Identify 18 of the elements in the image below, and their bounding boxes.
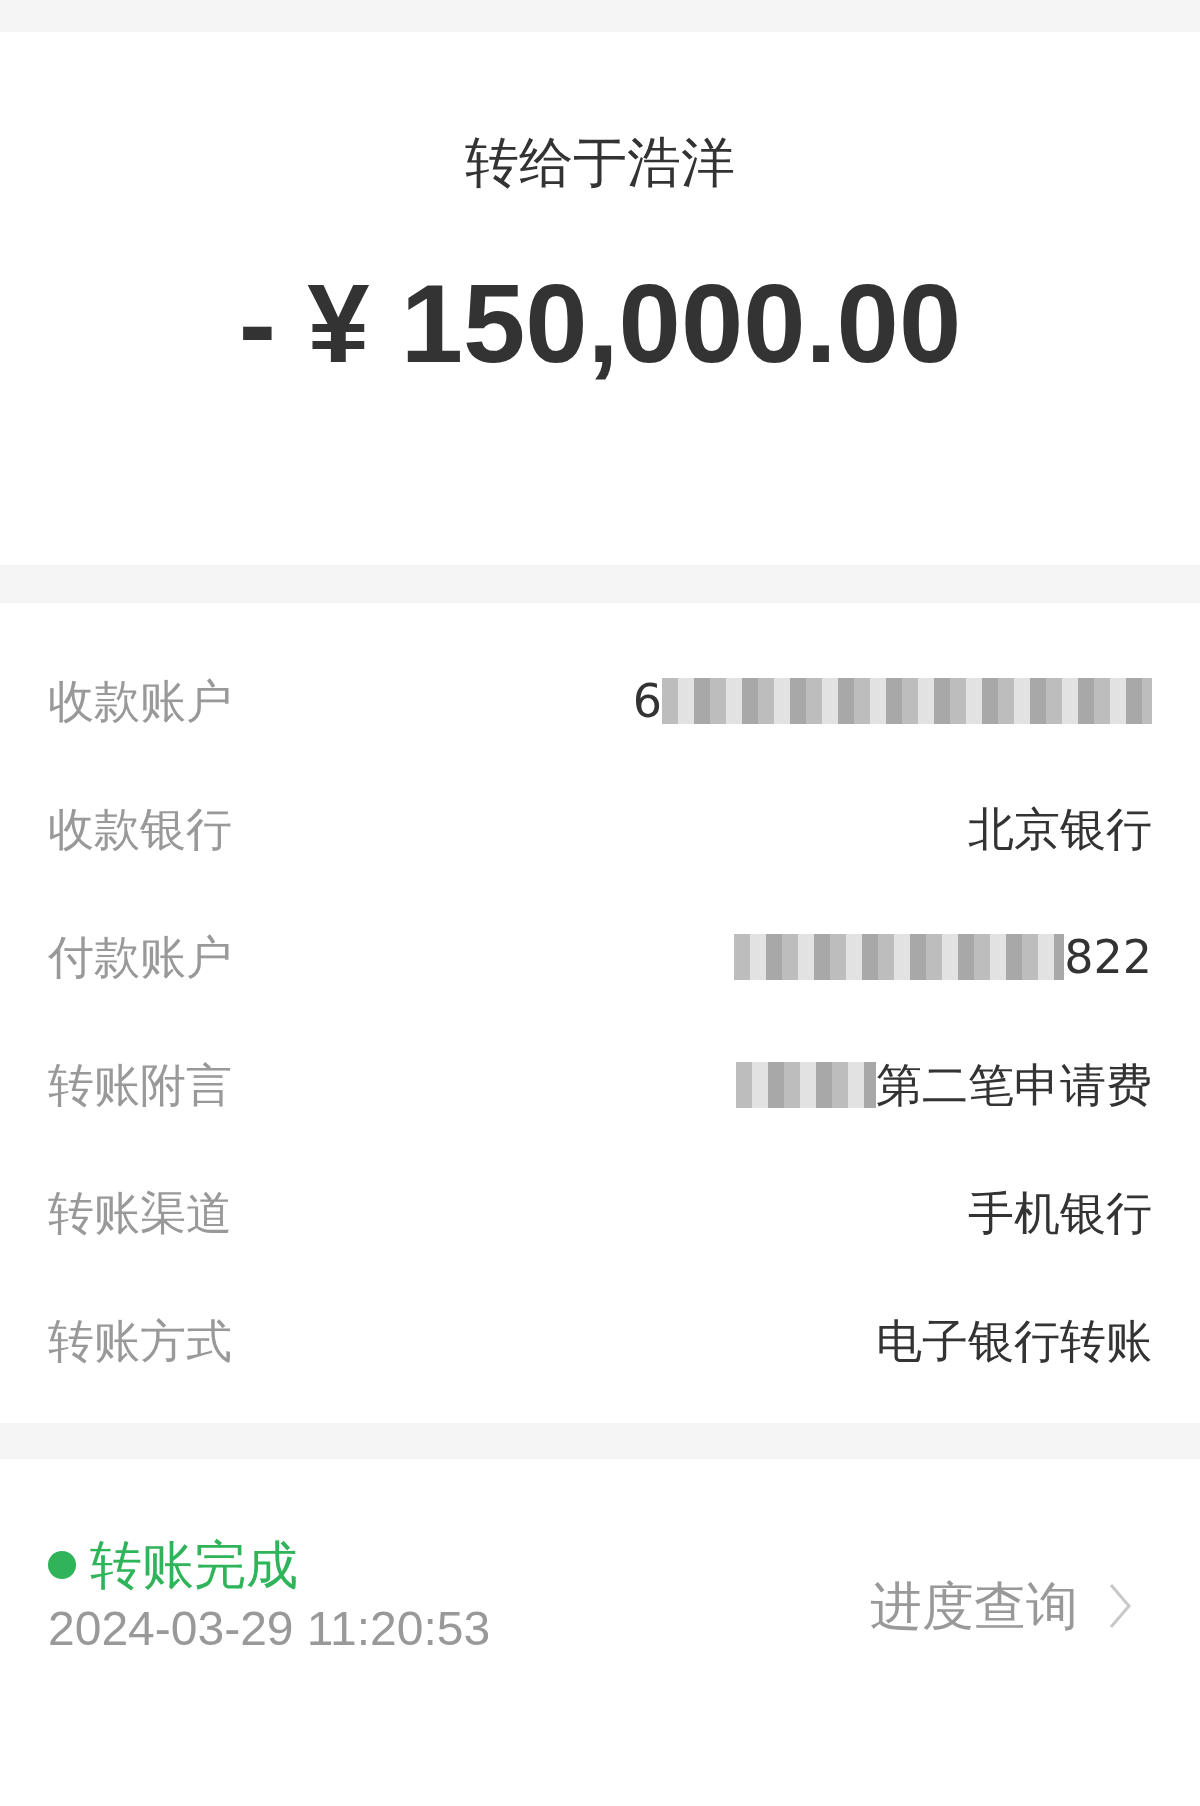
detail-label: 付款账户 <box>48 934 232 980</box>
detail-label: 收款账户 <box>48 678 232 724</box>
detail-value: 第二笔申请费 <box>876 1062 1152 1108</box>
detail-value: 822 <box>1064 934 1152 980</box>
detail-value: 手机银行 <box>968 1190 1152 1236</box>
detail-value: 电子银行转账 <box>876 1318 1152 1364</box>
detail-label: 转账附言 <box>48 1062 232 1108</box>
chevron-right-icon <box>1108 1582 1132 1630</box>
progress-query-link[interactable]: 进度查询 <box>870 1580 1132 1632</box>
detail-label: 转账方式 <box>48 1318 232 1364</box>
detail-label: 转账渠道 <box>48 1190 232 1236</box>
payee-title: 转给于浩洋 <box>465 136 735 190</box>
status-text: 转账完成 <box>90 1539 298 1591</box>
detail-label: 收款银行 <box>48 806 232 852</box>
detail-value: 6 <box>632 678 662 724</box>
transfer-time: 2024-03-29 11:20:53 <box>48 1605 491 1653</box>
transfer-amount: - ¥ 150,000.00 <box>238 268 962 380</box>
detail-value: 北京银行 <box>968 806 1152 852</box>
